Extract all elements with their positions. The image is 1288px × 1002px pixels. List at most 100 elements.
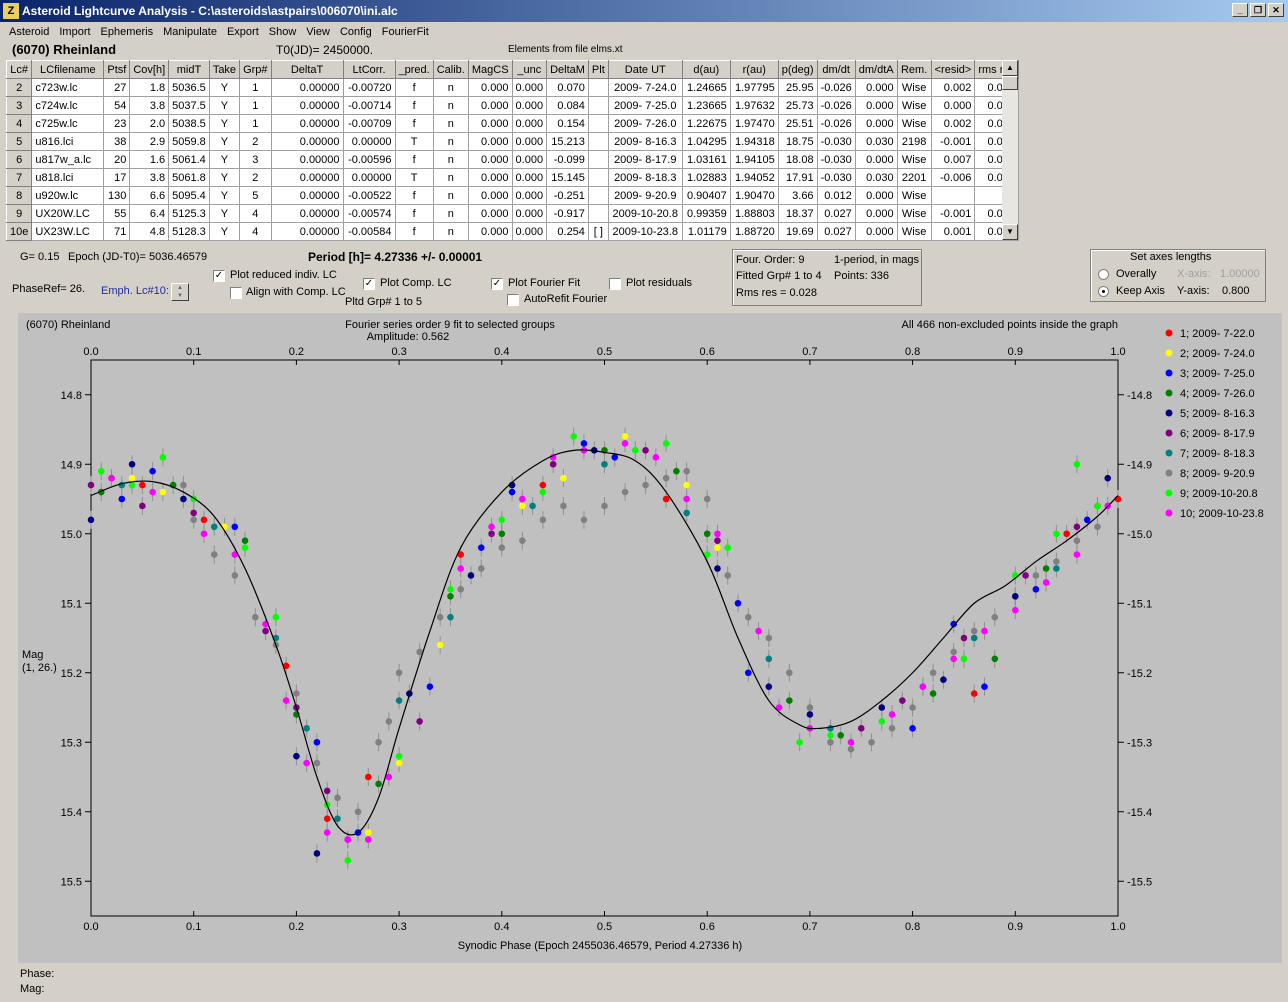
table-cell[interactable]: 0.000 (854, 78, 898, 97)
column-header[interactable]: LtCorr. (342, 60, 396, 79)
menu-ephemeris[interactable]: Ephemeris (96, 26, 159, 38)
table-cell[interactable]: 54 (103, 96, 131, 115)
table-cell[interactable]: 19.69 (777, 222, 818, 241)
table-cell[interactable] (587, 114, 609, 133)
plot-fourier-checkbox[interactable]: ✓ (491, 278, 503, 290)
table-cell[interactable]: 1.97795 (729, 78, 779, 97)
table-cell[interactable]: 1.04295 (681, 132, 731, 151)
table-cell[interactable]: 3.8 (129, 168, 170, 187)
table-cell[interactable]: -0.026 (816, 96, 856, 115)
table-cell[interactable]: 5059.8 (168, 132, 210, 151)
table-cell[interactable]: 0.002 (930, 114, 976, 133)
table-cell[interactable]: 1.97470 (729, 114, 779, 133)
table-cell[interactable]: u818.lci (31, 168, 105, 187)
column-header[interactable]: Plt (587, 60, 609, 79)
table-cell[interactable]: 0.000 (511, 132, 548, 151)
table-cell[interactable]: -0.00574 (342, 204, 396, 223)
table-cell[interactable]: 1.97632 (729, 96, 779, 115)
table-cell[interactable]: n (432, 186, 469, 205)
table-cell[interactable]: 1.94318 (729, 132, 779, 151)
table-cell[interactable]: c723w.lc (31, 78, 105, 97)
table-cell[interactable]: 38 (103, 132, 131, 151)
table-cell[interactable]: 0.000 (511, 78, 548, 97)
table-cell[interactable]: 0.030 (854, 168, 898, 187)
table-cell[interactable]: 0.000 (467, 132, 513, 151)
table-cell[interactable]: Y (208, 114, 241, 133)
table-cell[interactable]: n (432, 222, 469, 241)
column-header[interactable]: dm/dtA (854, 60, 898, 79)
row-header[interactable]: 6 (5, 150, 33, 169)
table-cell[interactable]: 0.027 (816, 222, 856, 241)
menu-config[interactable]: Config (335, 26, 377, 38)
table-cell[interactable]: 1.01179 (681, 222, 731, 241)
table-cell[interactable]: 2198 (896, 132, 932, 151)
table-cell[interactable]: 0.000 (467, 186, 513, 205)
table-cell[interactable]: 0.000 (854, 204, 898, 223)
menu-fourierfit[interactable]: FourierFit (377, 26, 434, 38)
table-cell[interactable]: 18.37 (777, 204, 818, 223)
plot-residuals-checkbox[interactable] (609, 278, 621, 290)
table-cell[interactable]: 0.000 (511, 204, 548, 223)
table-cell[interactable]: 0.00000 (270, 96, 344, 115)
column-header[interactable]: d(au) (681, 60, 731, 79)
table-cell[interactable]: n (432, 114, 469, 133)
table-cell[interactable]: 0.000 (854, 150, 898, 169)
table-cell[interactable]: 1.22675 (681, 114, 731, 133)
column-header[interactable]: Grp# (239, 60, 272, 79)
table-row[interactable]: 4 c725w.lc 23 2.0 5038.5 Y 1 0.00000 -0.00709 f n 0… (5, 114, 1019, 133)
table-cell[interactable]: 0.027 (816, 204, 856, 223)
row-header[interactable]: 7 (5, 168, 33, 187)
table-cell[interactable]: 0.00000 (270, 222, 344, 241)
table-cell[interactable]: 0.000 (930, 96, 976, 115)
column-header[interactable]: Ptsf (103, 60, 131, 79)
table-cell[interactable]: -0.026 (816, 114, 856, 133)
table-cell[interactable]: 17.91 (777, 168, 818, 187)
table-cell[interactable]: 5125.3 (168, 204, 210, 223)
table-cell[interactable]: 2009- 8-16.3 (607, 132, 683, 151)
table-cell[interactable]: 0.99359 (681, 204, 731, 223)
menu-asteroid[interactable]: Asteroid (4, 26, 54, 38)
table-cell[interactable]: -0.001 (930, 132, 976, 151)
table-cell[interactable]: 0.012 (816, 186, 856, 205)
table-cell[interactable]: Y (208, 222, 241, 241)
table-cell[interactable]: 0.00000 (270, 150, 344, 169)
table-cell[interactable]: 17 (103, 168, 131, 187)
table-cell[interactable]: 1.23665 (681, 96, 731, 115)
table-cell[interactable]: f (394, 150, 434, 169)
table-cell[interactable]: 6.4 (129, 204, 170, 223)
table-cell[interactable] (587, 204, 609, 223)
column-header[interactable]: _unc (511, 60, 548, 79)
table-cell[interactable]: 0.00000 (270, 186, 344, 205)
table-cell[interactable]: T (394, 132, 434, 151)
column-header[interactable]: Date UT (607, 60, 683, 79)
table-cell[interactable]: 20 (103, 150, 131, 169)
table-row[interactable]: 8 u920w.lc 130 6.6 5095.4 Y 5 0.00000 -0.00522 f n… (5, 186, 1019, 205)
table-cell[interactable]: T (394, 168, 434, 187)
table-cell[interactable]: Y (208, 96, 241, 115)
table-cell[interactable]: 1.03161 (681, 150, 731, 169)
table-row[interactable]: 10e UX23W.LC 71 4.8 5128.3 Y 4 0.00000 -0.00584 f… (5, 222, 1019, 241)
plot-comp-checkbox[interactable]: ✓ (363, 278, 375, 290)
table-cell[interactable]: f (394, 186, 434, 205)
column-header[interactable]: LCfilename (31, 60, 105, 79)
table-cell[interactable]: 0.000 (467, 204, 513, 223)
table-cell[interactable]: f (394, 222, 434, 241)
table-cell[interactable]: 0.000 (511, 168, 548, 187)
table-row[interactable]: 9 UX20W.LC 55 6.4 5125.3 Y 4 0.00000 -0.00574 f n 0… (5, 204, 1019, 223)
table-cell[interactable]: Wise (896, 186, 932, 205)
table-cell[interactable] (587, 132, 609, 151)
table-cell[interactable]: 0.254 (546, 222, 589, 241)
table-cell[interactable]: 1 (239, 78, 272, 97)
table-cell[interactable]: 1 (239, 96, 272, 115)
table-row[interactable]: 3 c724w.lc 54 3.8 5037.5 Y 1 0.00000 -0.00714 f n 0… (5, 96, 1019, 115)
table-cell[interactable]: -0.030 (816, 168, 856, 187)
table-cell[interactable]: 2201 (896, 168, 932, 187)
table-cell[interactable]: 0.000 (467, 96, 513, 115)
table-cell[interactable] (587, 168, 609, 187)
table-cell[interactable]: 4.8 (129, 222, 170, 241)
table-cell[interactable]: 0.000 (467, 222, 513, 241)
table-cell[interactable]: c724w.lc (31, 96, 105, 115)
table-cell[interactable]: 0.000 (511, 150, 548, 169)
table-row[interactable]: 2 c723w.lc 27 1.8 5036.5 Y 1 0.00000 -0.00720 f n 0… (5, 78, 1019, 97)
table-cell[interactable]: n (432, 168, 469, 187)
